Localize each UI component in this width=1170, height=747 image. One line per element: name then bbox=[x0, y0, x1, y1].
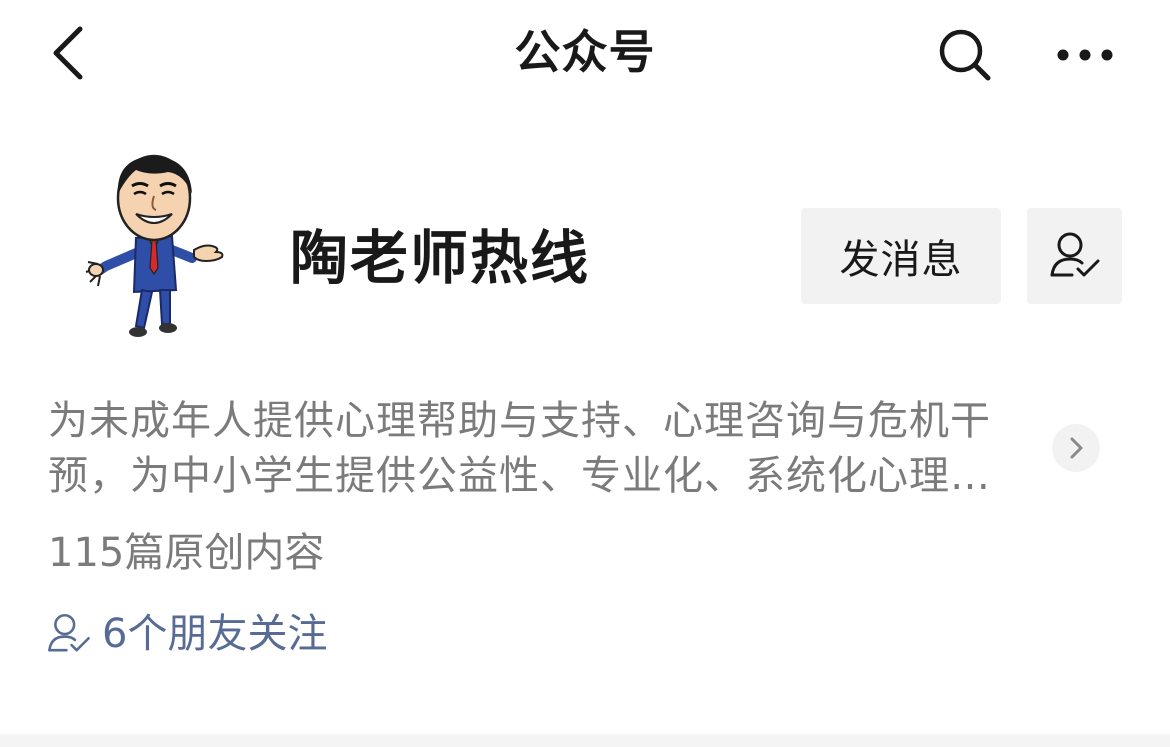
user-check-icon bbox=[46, 611, 92, 657]
send-message-button[interactable]: 发消息 bbox=[801, 208, 1001, 304]
account-description[interactable]: 为未成年人提供心理帮助与支持、心理咨询与危机干预，为中小学生提供公益性、专业化、… bbox=[48, 394, 1038, 506]
search-icon bbox=[939, 29, 991, 81]
search-button[interactable] bbox=[932, 22, 998, 88]
expand-description-button[interactable] bbox=[1052, 424, 1100, 472]
follow-button[interactable] bbox=[1027, 208, 1122, 304]
friends-following-link[interactable]: 6个朋友关注 bbox=[46, 606, 327, 662]
user-check-icon bbox=[1050, 232, 1099, 277]
account-name: 陶老师热线 bbox=[290, 224, 591, 292]
cartoon-teacher-avatar bbox=[85, 154, 224, 337]
friends-following-label: 6个朋友关注 bbox=[102, 611, 328, 657]
section-divider bbox=[0, 734, 1170, 747]
original-article-count[interactable]: 115篇原创内容 bbox=[48, 526, 324, 580]
send-message-label: 发消息 bbox=[839, 237, 963, 283]
chevron-right-icon bbox=[1070, 437, 1083, 459]
more-button[interactable] bbox=[1050, 22, 1120, 88]
more-dots-icon bbox=[1057, 49, 1113, 61]
account-avatar[interactable] bbox=[80, 150, 230, 350]
